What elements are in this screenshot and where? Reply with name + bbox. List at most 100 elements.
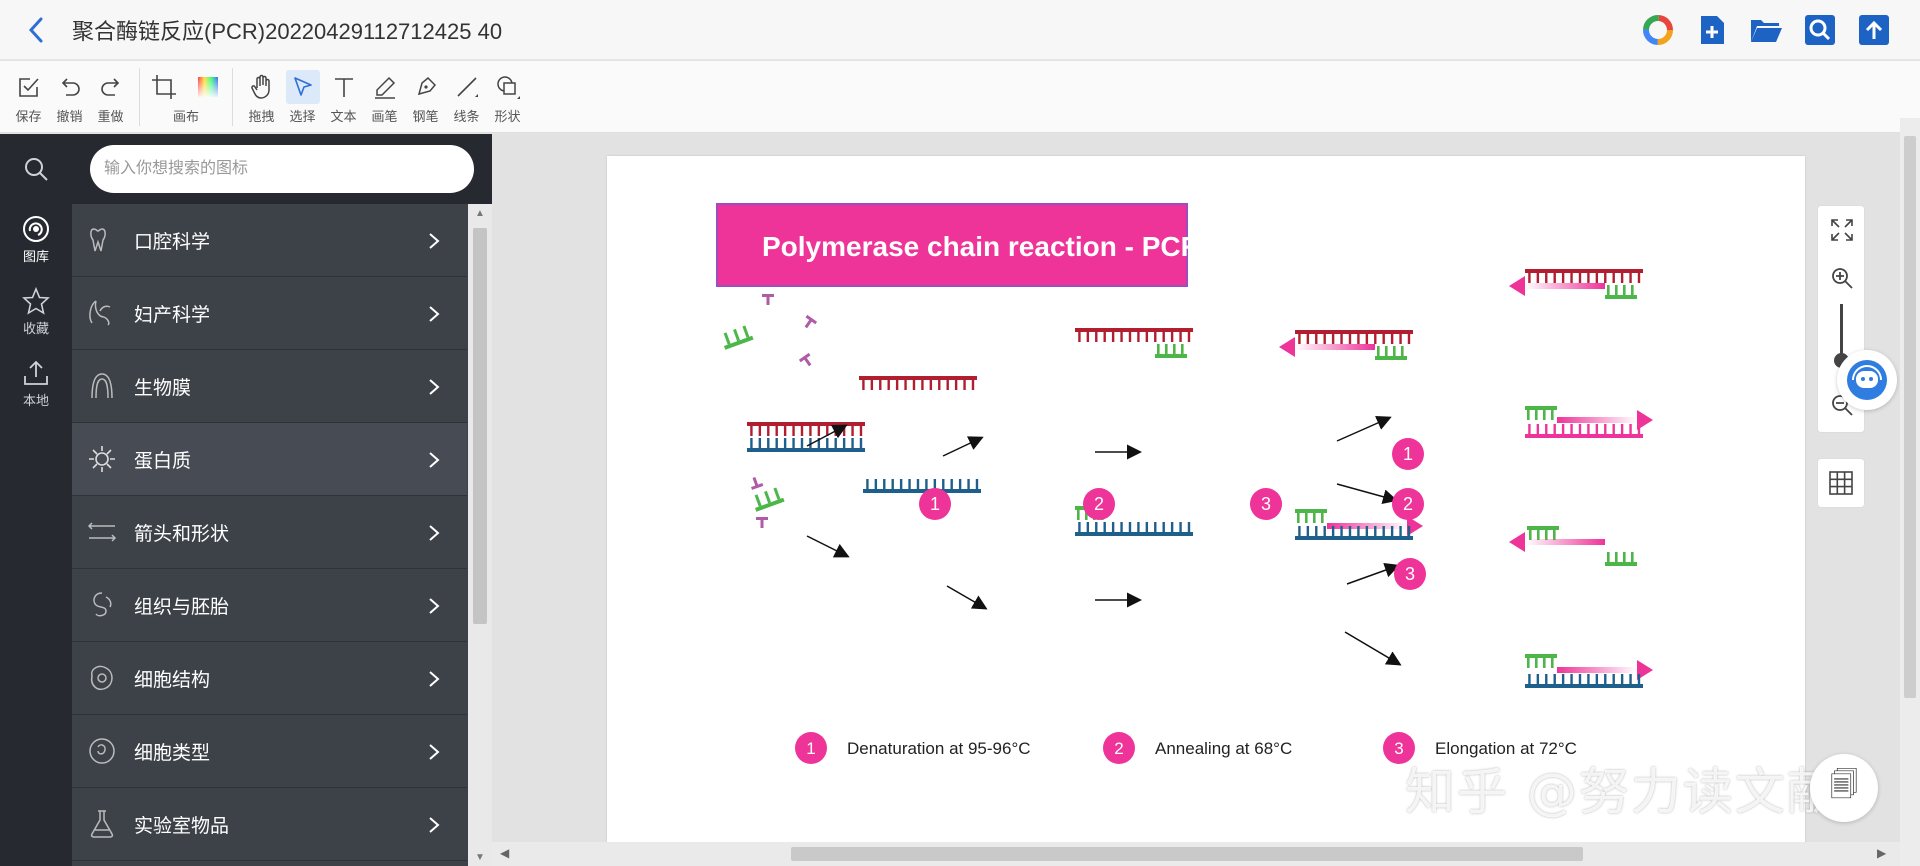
scroll-right-arrow[interactable]: ▶ (1877, 846, 1886, 860)
page-vertical-scrollbar[interactable] (1900, 118, 1920, 866)
open-folder-button[interactable] (1748, 12, 1784, 48)
crop-icon (152, 75, 176, 99)
upload-icon (24, 360, 48, 385)
search-icon (1805, 15, 1835, 45)
step-badge-number: 2 (1403, 494, 1413, 514)
step-badge-number: 1 (1403, 444, 1413, 464)
category-item[interactable]: 细胞结构 (72, 642, 467, 715)
primer (1375, 346, 1407, 360)
scroll-left-arrow[interactable]: ◀ (500, 846, 509, 860)
headset-icon (1847, 360, 1887, 400)
category-label: 口腔科学 (134, 231, 211, 253)
rail-gallery[interactable]: 图库 (0, 204, 72, 276)
category-item[interactable]: 口腔科学 (72, 204, 467, 277)
dna-strand (1075, 328, 1193, 342)
folder-icon (1751, 20, 1782, 42)
brush-button[interactable]: 画笔 (364, 61, 405, 133)
text-button[interactable]: 文本 (323, 61, 364, 133)
category-item[interactable]: 妇产科学 (72, 277, 467, 350)
category-label: 蛋白质 (134, 450, 192, 472)
category-item[interactable]: 细胞类型 (72, 715, 467, 788)
primer (1605, 285, 1637, 299)
category-label: 生物膜 (134, 377, 192, 399)
redo-icon (100, 78, 119, 96)
category-item[interactable]: 实验室物品 (72, 788, 467, 861)
shape-button[interactable]: 形状 (487, 61, 528, 133)
toolbar: 保存 撤销 重做 画布 拖拽 选择 文本 画笔 钢笔 线条 形状 (0, 61, 1920, 133)
redo-button[interactable]: 重做 (90, 61, 131, 133)
canvas-area[interactable]: Polymerase chain reaction - PCR 1 2 3 1 2 3 1… (492, 134, 1900, 842)
icon-search-input[interactable] (90, 145, 474, 193)
scroll-down-arrow[interactable]: ▼ (475, 852, 485, 863)
horizontal-scroll-thumb[interactable] (791, 847, 1583, 861)
canvas-button[interactable]: 画布 (148, 61, 224, 133)
arrows-icon (86, 516, 118, 548)
step-badge-number: 1 (930, 494, 940, 514)
customer-support-button[interactable] (1837, 350, 1897, 410)
legend-label-2: Annealing at 68°C (1155, 739, 1292, 758)
chevron-right-icon (429, 598, 440, 614)
step-badge-number: 2 (1094, 494, 1104, 514)
upload-button[interactable] (1856, 12, 1892, 48)
legend-label-1: Denaturation at 95-96°C (847, 739, 1031, 758)
dna-strand (1525, 424, 1643, 438)
category-item[interactable]: 箭头和形状 (72, 496, 467, 569)
process-arrow (1336, 415, 1392, 442)
corner-button[interactable]: 🗐 (1810, 754, 1878, 822)
cursor-icon (293, 77, 312, 96)
hand-icon (250, 74, 270, 99)
canvas-horizontal-scrollbar[interactable]: ◀ ▶ (492, 842, 1900, 866)
color-wheel-button[interactable] (1640, 12, 1676, 48)
loose-primer (723, 325, 754, 350)
chevron-right-icon (429, 233, 440, 249)
pen-button[interactable]: 钢笔 (405, 61, 446, 133)
category-item[interactable]: 蛋白质 (72, 423, 467, 496)
dna-strand (863, 479, 981, 493)
line-button[interactable]: 线条 (446, 61, 487, 133)
pan-button[interactable]: 拖拽 (241, 61, 282, 133)
svg-text:1: 1 (806, 739, 815, 758)
dna-strand (1525, 269, 1643, 283)
canvas-page[interactable]: Polymerase chain reaction - PCR 1 2 3 1 2 3 1… (607, 156, 1805, 842)
category-item[interactable]: 生物膜 (72, 350, 467, 423)
new-file-button[interactable] (1694, 12, 1730, 48)
dna-strand (1295, 330, 1413, 344)
document-title: 聚合酶链反应(PCR)20220429112712425 40 (72, 18, 503, 44)
zoom-slider-track[interactable] (1840, 304, 1843, 358)
rail-search-button[interactable] (0, 134, 72, 204)
grid-toggle-button[interactable] (1817, 458, 1865, 508)
chevron-right-icon (429, 379, 440, 395)
vertical-scroll-thumb[interactable] (1904, 136, 1916, 698)
flask-icon (86, 808, 118, 840)
panel-scrollbar[interactable]: ▲ ▼ (468, 204, 492, 866)
zoom-in-button[interactable] (1826, 262, 1858, 294)
diagram-arrows (806, 415, 1402, 666)
fullscreen-icon (1831, 219, 1853, 241)
chevron-right-icon (429, 744, 440, 760)
scroll-up-arrow[interactable]: ▲ (475, 208, 485, 219)
fit-screen-button[interactable] (1826, 214, 1858, 246)
new-file-icon (1701, 16, 1724, 44)
dna-strand (1075, 522, 1193, 536)
save-button[interactable]: 保存 (8, 61, 49, 133)
process-arrow (806, 424, 848, 447)
rail-favorites[interactable]: 收藏 (0, 276, 72, 348)
rail-local[interactable]: 本地 (0, 348, 72, 420)
search-file-button[interactable] (1802, 12, 1838, 48)
dna-strand (747, 438, 865, 452)
panel-scroll-thumb[interactable] (473, 228, 487, 624)
primer (1527, 526, 1559, 540)
primer (1605, 552, 1637, 566)
line-icon (456, 77, 478, 97)
primer (1155, 344, 1187, 358)
upload-icon (1859, 15, 1889, 45)
back-button[interactable] (0, 0, 72, 60)
title-bar: 聚合酶链反应(PCR)20220429112712425 40 (0, 0, 1920, 60)
select-button[interactable]: 选择 (282, 61, 323, 133)
category-label: 细胞结构 (134, 669, 211, 691)
undo-button[interactable]: 撤销 (49, 61, 90, 133)
tooth-icon (86, 224, 118, 256)
embryo-icon (86, 589, 118, 621)
category-item[interactable]: 组织与胚胎 (72, 569, 467, 642)
step-badges: 1 2 3 1 2 3 (919, 438, 1426, 590)
